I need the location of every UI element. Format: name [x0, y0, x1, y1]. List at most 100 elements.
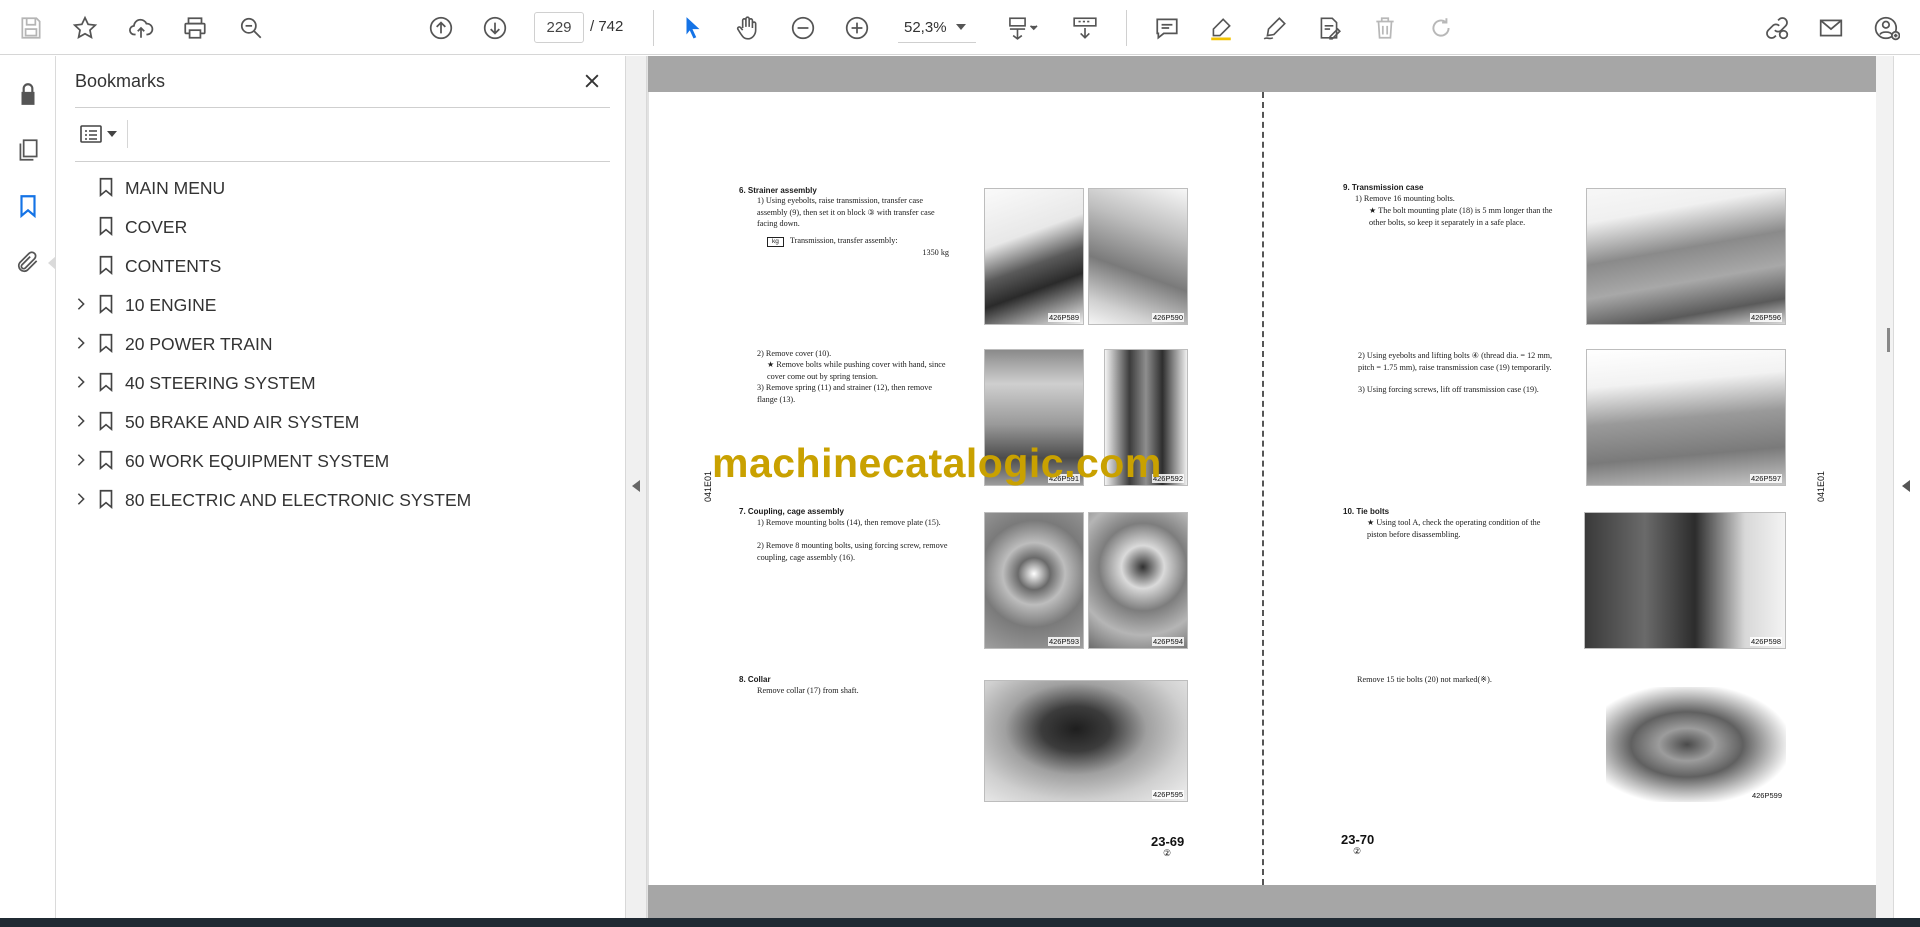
print-icon[interactable] [178, 11, 212, 45]
instruction-text: 2) Using eyebolts and lifting bolts ④ (t… [1358, 351, 1553, 372]
scrollbar-thumb[interactable] [1887, 328, 1890, 352]
panel-divider [127, 120, 128, 148]
instruction-note: ★ The bolt mounting plate (18) is 5 mm l… [1369, 206, 1553, 227]
star-icon[interactable] [68, 11, 102, 45]
bookmark-item[interactable]: CONTENTS [57, 246, 625, 285]
bookmark-label: 20 POWER TRAIN [125, 334, 273, 354]
expand-chevron-icon[interactable] [73, 413, 89, 429]
chevron-down-icon [956, 24, 966, 30]
panel-splitter[interactable] [625, 56, 647, 918]
bookmark-icon [99, 450, 113, 471]
page-number: 23-69 [1151, 834, 1185, 849]
instruction-text: Remove 15 tie bolts (20) not marked(※). [1357, 675, 1492, 684]
bookmark-list: MAIN MENU COVER CONTENTS 10 ENGINE 20 PO… [57, 168, 625, 519]
fit-page-icon[interactable] [1000, 11, 1048, 45]
page-gutter-top [648, 56, 1876, 92]
right-panel-toggle-strip [1893, 56, 1920, 918]
page-thumbnails-icon[interactable] [12, 134, 44, 166]
instruction-note: ★ Remove bolts while pushing cover with … [767, 360, 946, 381]
zoom-in-icon[interactable] [840, 11, 874, 45]
bookmark-item[interactable]: 40 STEERING SYSTEM [57, 363, 625, 402]
bookmark-icon [99, 372, 113, 393]
manual-photo: 426P599 [1606, 687, 1786, 802]
highlight-pen-icon[interactable] [1204, 11, 1238, 45]
photo-caption: 426P597 [1749, 474, 1782, 483]
instruction-text: 3) Using forcing screws, lift off transm… [1358, 385, 1539, 394]
taskbar-strip [0, 918, 1920, 927]
main-toolbar: / 742 52,3% [0, 0, 1920, 55]
photo-caption: 426P593 [1047, 637, 1080, 646]
bookmark-item[interactable]: 20 POWER TRAIN [57, 324, 625, 363]
photo-caption: 426P589 [1047, 313, 1080, 322]
bookmark-item[interactable]: 80 ELECTRIC AND ELECTRONIC SYSTEM [57, 480, 625, 519]
panel-title: Bookmarks [75, 71, 166, 91]
bookmark-panel-icon[interactable] [12, 190, 44, 222]
manual-photo: 426P598 [1584, 512, 1786, 649]
delete-icon[interactable] [1368, 11, 1402, 45]
expand-chevron-icon[interactable] [73, 374, 89, 390]
photo-caption: 426P596 [1749, 313, 1782, 322]
zoom-out-icon[interactable] [786, 11, 820, 45]
bookmark-label: 40 STEERING SYSTEM [125, 373, 316, 393]
toolbar-divider [1126, 10, 1127, 46]
bookmark-item[interactable]: COVER [57, 207, 625, 246]
page-revision: ② [1353, 846, 1362, 856]
bookmark-icon [99, 177, 113, 198]
bookmark-item[interactable]: 60 WORK EQUIPMENT SYSTEM [57, 441, 625, 480]
manual-photo: 426P594 [1088, 512, 1188, 649]
instruction-text: Remove collar (17) from shaft. [757, 686, 859, 695]
bookmark-item[interactable]: 50 BRAKE AND AIR SYSTEM [57, 402, 625, 441]
bookmark-label: 50 BRAKE AND AIR SYSTEM [125, 412, 360, 432]
bookmark-item[interactable]: 10 ENGINE [57, 285, 625, 324]
bookmark-icon [99, 333, 113, 354]
edit-document-icon[interactable] [1312, 11, 1346, 45]
manual-photo: 426P596 [1586, 188, 1786, 325]
photo-caption: 426P590 [1151, 313, 1184, 322]
expand-right-panel-arrow-icon[interactable] [1902, 480, 1910, 492]
next-page-icon[interactable] [478, 11, 512, 45]
close-panel-button[interactable] [577, 66, 607, 96]
section-heading: 8. Collar [739, 675, 771, 684]
expand-chevron-icon[interactable] [73, 491, 89, 507]
page-revision: ② [1163, 848, 1172, 858]
bookmark-item[interactable]: MAIN MENU [57, 168, 625, 207]
save-icon[interactable] [14, 11, 48, 45]
add-user-icon[interactable] [1870, 11, 1904, 45]
instruction-text: 1) Using eyebolts, raise transmission, t… [757, 196, 935, 228]
photo-caption: 426P598 [1749, 637, 1782, 646]
vertical-scrollbar[interactable] [1876, 56, 1893, 918]
active-panel-indicator [48, 256, 56, 270]
side-code: 041E01 [1816, 470, 1826, 502]
hand-tool-icon[interactable] [730, 11, 764, 45]
search-zoom-icon[interactable] [234, 11, 268, 45]
redo-icon[interactable] [1424, 11, 1458, 45]
upload-cloud-icon[interactable] [124, 11, 158, 45]
zoom-select[interactable]: 52,3% [898, 12, 976, 43]
weight-icon: kg [767, 237, 784, 247]
section-heading: 7. Coupling, cage assembly [739, 507, 844, 516]
close-icon [585, 74, 599, 88]
attachment-icon[interactable] [12, 246, 44, 278]
scroll-mode-icon[interactable] [1068, 11, 1102, 45]
email-icon[interactable] [1814, 11, 1848, 45]
collapse-panel-arrow-icon[interactable] [632, 480, 640, 492]
share-link-icon[interactable] [1760, 11, 1794, 45]
previous-page-icon[interactable] [424, 11, 458, 45]
manual-photo: 426P589 [984, 188, 1084, 325]
select-cursor-icon[interactable] [676, 11, 710, 45]
expand-chevron-icon[interactable] [73, 335, 89, 351]
lock-icon[interactable] [12, 78, 44, 110]
page-number-input[interactable] [534, 12, 584, 43]
zoom-value: 52,3% [904, 18, 947, 36]
bookmark-options-button[interactable] [75, 118, 123, 150]
expand-chevron-icon[interactable] [73, 452, 89, 468]
expand-chevron-icon[interactable] [73, 296, 89, 312]
manual-photo: 426P590 [1088, 188, 1188, 325]
watermark-text: machinecatalogic.com [712, 440, 1162, 486]
bookmark-icon [99, 255, 113, 276]
draw-pen-icon[interactable] [1258, 11, 1292, 45]
comment-icon[interactable] [1150, 11, 1184, 45]
bookmark-label: 10 ENGINE [125, 295, 217, 315]
manual-photo: 426P595 [984, 680, 1188, 802]
page-number: 23-70 [1341, 832, 1375, 847]
